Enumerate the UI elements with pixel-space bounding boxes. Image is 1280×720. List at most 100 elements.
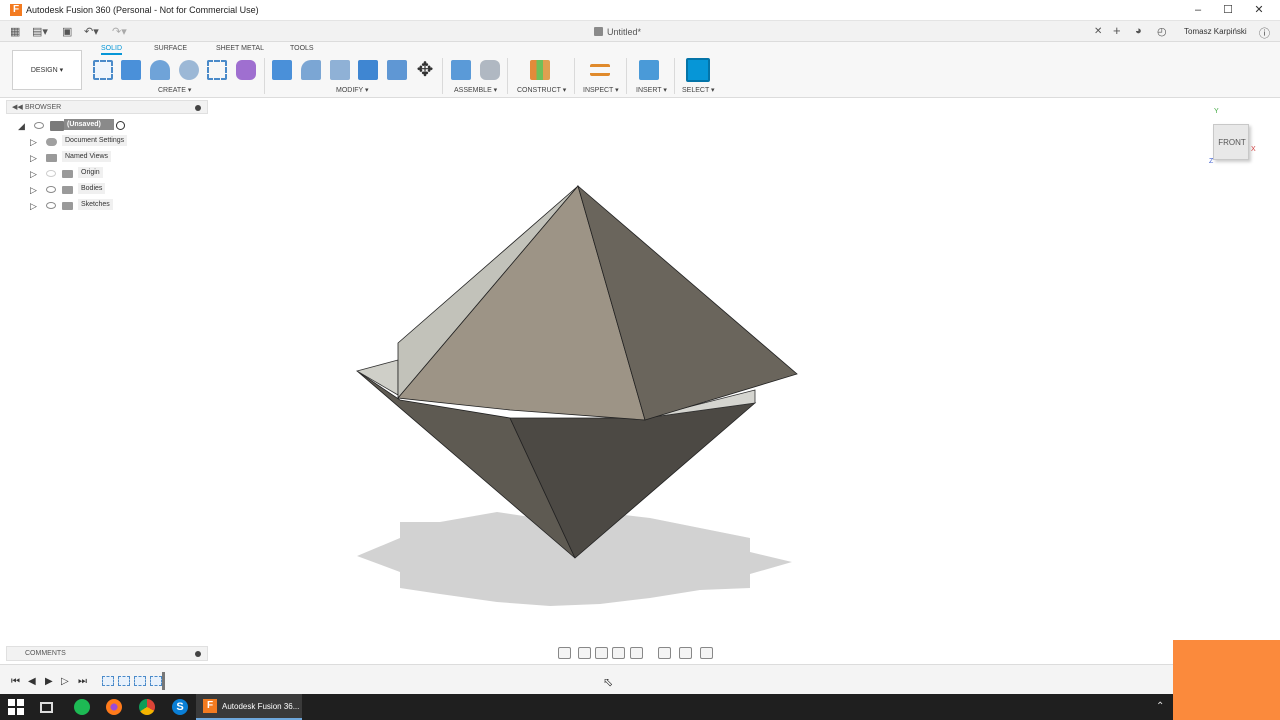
create-form-icon[interactable] [236,60,256,80]
fit-zoom-icon[interactable] [630,647,643,659]
browser-item-sketches[interactable]: ▷ Sketches [6,198,208,214]
insert-menu[interactable]: INSERT ▾ [636,86,667,94]
create-menu[interactable]: CREATE ▾ [158,86,191,94]
create-sketch-icon[interactable] [93,60,113,80]
view-cube[interactable]: FRONT [1213,124,1249,160]
windows-start-icon[interactable] [8,699,24,715]
navigation-bar [554,646,720,661]
extensions-icon[interactable]: ◕ [1135,25,1142,37]
comments-panel[interactable]: COMMENTS [6,646,208,661]
browser-item-named-views[interactable]: ▷ Named Views [6,150,208,166]
undo-icon[interactable]: ↶▾ [84,25,99,38]
select-tool-icon[interactable] [686,58,710,82]
play-icon[interactable]: ▶ [45,676,53,687]
offset-plane-icon[interactable] [530,60,550,80]
task-view-icon[interactable] [40,702,53,713]
browser-root-row[interactable]: ◢ (Unsaved) [6,118,208,134]
expand-triangle-icon[interactable]: ▷ [30,137,37,148]
assemble-menu[interactable]: ASSEMBLE ▾ [454,86,497,94]
new-component-icon[interactable] [451,60,471,80]
press-pull-icon[interactable] [272,60,292,80]
document-title[interactable]: Untitled* [607,27,641,37]
data-panel-grid-icon[interactable]: ▦ [10,25,20,38]
look-at-icon[interactable] [578,647,591,659]
taskbar-fusion-button[interactable]: F Autodesk Fusion 36... [196,694,302,720]
maximize-button[interactable]: ☐ [1213,2,1243,18]
fillet-icon[interactable] [301,60,321,80]
new-tab-icon[interactable]: + [1113,23,1121,38]
insert-image-icon[interactable] [639,60,659,80]
timeline-marker[interactable] [162,672,165,690]
browser-item-bodies[interactable]: ▷ Bodies [6,182,208,198]
job-status-icon[interactable]: ◴ [1157,25,1167,38]
inspect-menu[interactable]: INSPECT ▾ [583,86,619,94]
pan-hand-icon[interactable] [595,647,608,659]
move-copy-icon[interactable]: ✥ [415,60,435,80]
pattern-icon[interactable] [207,60,227,80]
hole-icon[interactable] [179,60,199,80]
help-icon[interactable]: ⓘ [1259,25,1270,41]
tray-chevron-icon[interactable]: ⌃ [1156,701,1164,712]
expand-triangle-icon[interactable]: ▷ [30,153,37,164]
chamfer-icon[interactable] [330,60,350,80]
close-tab-icon[interactable]: ✕ [1094,26,1102,37]
construct-menu[interactable]: CONSTRUCT ▾ [517,86,566,94]
zoom-icon[interactable] [612,647,625,659]
viewports-icon[interactable] [700,647,713,659]
extrude-icon[interactable] [121,60,141,80]
browser-item-document-settings[interactable]: ▷ Document Settings [6,134,208,150]
visibility-eye-icon[interactable] [46,202,56,209]
tab-surface[interactable]: SURFACE [154,45,187,52]
file-menu-icon[interactable]: ▤▾ [32,25,48,38]
go-to-start-icon[interactable]: ⏮ [11,676,20,687]
firefox-icon[interactable] [106,699,122,715]
expand-triangle-icon[interactable]: ◢ [18,121,25,132]
grid-settings-icon[interactable] [679,647,692,659]
modify-menu[interactable]: MODIFY ▾ [336,86,369,94]
toolbar-divider [574,58,575,94]
expand-triangle-icon[interactable]: ▷ [30,201,37,212]
browser-item-origin[interactable]: ▷ Origin [6,166,208,182]
chrome-icon[interactable] [139,699,155,715]
pin-icon[interactable] [195,105,201,111]
go-to-end-icon[interactable]: ⏭ [78,676,87,687]
timeline-sketch-feature[interactable] [134,676,146,686]
collapse-arrows-icon[interactable]: ◀◀ [12,103,23,111]
timeline-pattern-feature[interactable] [150,676,162,686]
visibility-eye-icon[interactable] [34,122,44,129]
step-forward-icon[interactable]: ▷ [61,676,69,687]
add-comment-icon[interactable] [195,651,201,657]
expand-triangle-icon[interactable]: ▷ [30,185,37,196]
spotify-icon[interactable] [74,699,90,715]
mouse-cursor-icon: ⬁ [603,675,614,689]
visibility-eye-icon[interactable] [46,170,56,177]
select-menu[interactable]: SELECT ▾ [682,86,715,94]
save-icon[interactable]: ▣ [62,25,72,38]
tab-tools[interactable]: TOOLS [290,45,314,52]
tab-solid[interactable]: SOLID [101,45,123,55]
folder-icon [62,170,73,178]
display-settings-icon[interactable] [658,647,671,659]
revolve-icon[interactable] [150,60,170,80]
offset-face-icon[interactable] [387,60,407,80]
measure-icon[interactable] [590,64,610,76]
activate-radio-icon[interactable] [116,121,125,130]
taskbar-fusion-label: Autodesk Fusion 36... [222,702,300,711]
workspace-switcher-button[interactable]: DESIGN ▾ [12,50,82,90]
close-button[interactable]: ✕ [1244,2,1274,18]
view-cube-front-face[interactable]: FRONT [1214,138,1250,147]
joint-icon[interactable] [480,60,500,80]
user-account-name[interactable]: Tomasz Karpiński [1184,27,1247,36]
visibility-eye-icon[interactable] [46,186,56,193]
skype-icon[interactable]: S [172,699,188,715]
combine-icon[interactable] [358,60,378,80]
tab-sheet-metal[interactable]: SHEET METAL [216,45,264,52]
step-back-icon[interactable]: ◀ [28,676,36,687]
browser-header[interactable]: ◀◀ BROWSER [6,100,208,114]
orbit-icon[interactable] [558,647,571,659]
minimize-button[interactable]: – [1183,2,1213,18]
expand-triangle-icon[interactable]: ▷ [30,169,37,180]
timeline-sketch-feature[interactable] [102,676,114,686]
redo-icon[interactable]: ↷▾ [112,25,127,38]
timeline-sketch-feature[interactable] [118,676,130,686]
